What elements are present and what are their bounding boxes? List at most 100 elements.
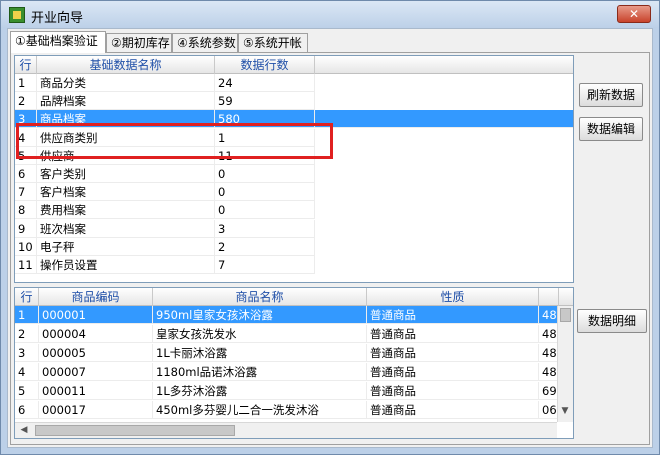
product-type-cell: 普通商品 bbox=[367, 382, 539, 400]
close-button[interactable]: ✕ bbox=[617, 5, 651, 23]
data-name-cell: 商品分类 bbox=[37, 74, 215, 92]
product-name-cell: 950ml皇家女孩沐浴露 bbox=[153, 306, 367, 324]
refresh-data-button[interactable]: 刷新数据 bbox=[579, 83, 643, 107]
row-index: 6 bbox=[15, 165, 37, 183]
row-count-cell: 0 bbox=[215, 201, 315, 220]
col-header-name[interactable]: 基础数据名称 bbox=[37, 56, 215, 74]
table-row[interactable]: 50000111L多芬沐浴露普通商品690 bbox=[15, 382, 559, 400]
product-name-cell: 450ml多芬婴儿二合一洗发沐浴 bbox=[153, 401, 367, 419]
vertical-scrollbar[interactable]: ▼ bbox=[557, 306, 573, 422]
row-count-cell: 24 bbox=[215, 74, 315, 92]
scroll-left-icon[interactable]: ◀ bbox=[17, 423, 31, 437]
row-count-cell: 2 bbox=[215, 237, 315, 256]
product-code-cell: 000004 bbox=[39, 325, 153, 343]
table-row[interactable]: 40000071180ml品诺沐浴露普通商品489 bbox=[15, 363, 559, 381]
row-count-cell: 59 bbox=[215, 92, 315, 111]
table-row[interactable]: 8 费用档案 0 bbox=[15, 201, 315, 220]
grid-header: 行 商品编码 商品名称 性质 bbox=[15, 288, 573, 306]
col-header-row[interactable]: 行 bbox=[15, 288, 39, 306]
product-type-cell: 普通商品 bbox=[367, 344, 539, 362]
row-count-cell: 0 bbox=[215, 183, 315, 202]
table-row[interactable]: 1 商品分类 24 bbox=[15, 74, 315, 92]
table-row[interactable]: 1000001950ml皇家女孩沐浴露普通商品489 bbox=[15, 306, 559, 324]
table-row[interactable]: 6 客户类别 0 bbox=[15, 165, 315, 183]
tab-system-params[interactable]: ④系统参数 bbox=[172, 33, 238, 52]
row-index: 2 bbox=[15, 92, 37, 111]
col-header-code[interactable]: 商品编码 bbox=[39, 288, 153, 306]
row-index: 10 bbox=[15, 237, 37, 256]
product-type-cell: 普通商品 bbox=[367, 306, 539, 324]
product-type-cell: 普通商品 bbox=[367, 401, 539, 419]
row-index: 4 bbox=[15, 363, 39, 381]
col-header-type[interactable]: 性质 bbox=[367, 288, 539, 306]
row-index: 1 bbox=[15, 74, 37, 92]
grid-header: 行 基础数据名称 数据行数 bbox=[15, 56, 573, 74]
tab-system-open-account[interactable]: ⑤系统开帐 bbox=[238, 33, 308, 52]
table-row[interactable]: 6000017450ml多芬婴儿二合一洗发沐浴普通商品067 bbox=[15, 401, 559, 419]
table-row[interactable]: 9 班次档案 3 bbox=[15, 219, 315, 238]
close-icon: ✕ bbox=[628, 7, 640, 21]
data-name-cell: 操作员设置 bbox=[37, 256, 215, 274]
row-index: 2 bbox=[15, 325, 39, 343]
data-detail-button[interactable]: 数据明细 bbox=[577, 309, 647, 333]
product-extra-cell: 489 bbox=[539, 363, 559, 381]
scroll-thumb[interactable] bbox=[35, 425, 235, 436]
row-index: 11 bbox=[15, 256, 37, 274]
horizontal-scrollbar[interactable]: ◀ bbox=[15, 422, 557, 438]
basic-data-grid[interactable]: 行 基础数据名称 数据行数 1 商品分类 24 2 品牌档案 59 3 商品档案 580 4 供应商… bbox=[14, 55, 574, 283]
col-header-product-name[interactable]: 商品名称 bbox=[153, 288, 367, 306]
window-title: 开业向导 bbox=[31, 11, 84, 26]
table-row[interactable]: 7 客户档案 0 bbox=[15, 183, 315, 202]
table-row[interactable]: 30000051L卡丽沐浴露普通商品489 bbox=[15, 344, 559, 362]
product-grid[interactable]: 行 商品编码 商品名称 性质 1 000001 950ml皇家女孩沐浴露 普通商品 48… bbox=[14, 287, 574, 439]
product-type-cell: 普通商品 bbox=[367, 325, 539, 343]
wizard-window: 开业向导 ✕ ①基础档案验证 ②期初库存 ④系统参数 ⑤系统开帐 行 基础数据名… bbox=[0, 0, 660, 455]
product-extra-cell: 067 bbox=[539, 401, 559, 419]
product-name-cell: 1L多芬沐浴露 bbox=[153, 382, 367, 400]
row-index: 5 bbox=[15, 382, 39, 400]
app-icon bbox=[9, 7, 25, 23]
product-extra-cell: 690 bbox=[539, 382, 559, 400]
table-row[interactable]: 2 品牌档案 59 bbox=[15, 92, 315, 111]
row-count-cell: 7 bbox=[215, 256, 315, 274]
tab-panel: 行 基础数据名称 数据行数 1 商品分类 24 2 品牌档案 59 3 商品档案 580 4 供应商… bbox=[10, 52, 650, 445]
row-index: 9 bbox=[15, 219, 37, 238]
product-code-cell: 000005 bbox=[39, 344, 153, 362]
product-extra-cell: 489 bbox=[539, 325, 559, 343]
scroll-thumb[interactable] bbox=[560, 308, 571, 322]
col-header-extra[interactable] bbox=[539, 288, 559, 306]
product-extra-cell: 489 bbox=[539, 344, 559, 362]
product-code-cell: 000001 bbox=[39, 306, 153, 324]
product-name-cell: 皇家女孩洗发水 bbox=[153, 325, 367, 343]
tab-basic-archive-verify[interactable]: ①基础档案验证 bbox=[10, 31, 106, 53]
tab-opening-stock[interactable]: ②期初库存 bbox=[106, 33, 172, 52]
tab-label: ②期初库存 bbox=[111, 36, 170, 50]
product-code-cell: 000007 bbox=[39, 363, 153, 381]
col-header-row[interactable]: 行 bbox=[15, 56, 37, 74]
product-extra-cell: 489 bbox=[539, 306, 559, 324]
title-bar: 开业向导 ✕ bbox=[1, 1, 659, 28]
highlight-annotation bbox=[16, 123, 333, 159]
row-index: 1 bbox=[15, 306, 39, 324]
product-code-cell: 000011 bbox=[39, 382, 153, 400]
edit-data-button[interactable]: 数据编辑 bbox=[579, 117, 643, 141]
row-index: 7 bbox=[15, 183, 37, 202]
data-name-cell: 品牌档案 bbox=[37, 92, 215, 111]
product-type-cell: 普通商品 bbox=[367, 363, 539, 381]
col-header-count[interactable]: 数据行数 bbox=[215, 56, 315, 74]
table-row[interactable]: 2000004皇家女孩洗发水普通商品489 bbox=[15, 325, 559, 343]
tab-label: ①基础档案验证 bbox=[15, 34, 98, 48]
client-area: ①基础档案验证 ②期初库存 ④系统参数 ⑤系统开帐 行 基础数据名称 数据行数 … bbox=[7, 28, 653, 448]
scroll-down-icon[interactable]: ▼ bbox=[558, 404, 572, 418]
table-row[interactable]: 10 电子秤 2 bbox=[15, 237, 315, 256]
product-name-cell: 1180ml品诺沐浴露 bbox=[153, 363, 367, 381]
row-index: 6 bbox=[15, 401, 39, 419]
data-name-cell: 客户类别 bbox=[37, 165, 215, 183]
product-code-cell: 000017 bbox=[39, 401, 153, 419]
data-name-cell: 班次档案 bbox=[37, 219, 215, 238]
row-count-cell: 3 bbox=[215, 219, 315, 238]
row-index: 8 bbox=[15, 201, 37, 220]
row-count-cell: 0 bbox=[215, 165, 315, 183]
table-row[interactable]: 11 操作员设置 7 bbox=[15, 256, 315, 274]
data-name-cell: 费用档案 bbox=[37, 201, 215, 220]
